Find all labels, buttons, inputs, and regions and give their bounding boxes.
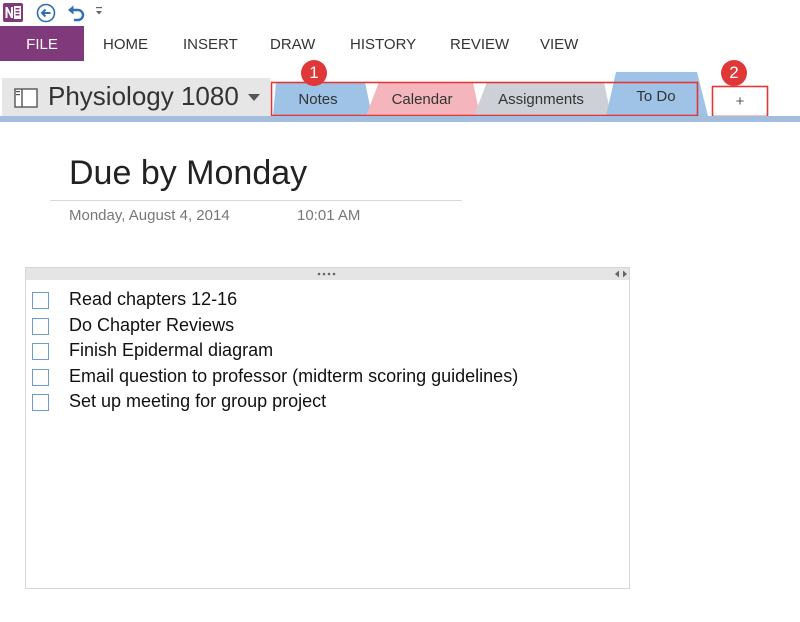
todo-text[interactable]: Read chapters 12-16 [69, 289, 237, 310]
tab-home[interactable]: HOME [103, 26, 148, 61]
section-tab-notes[interactable]: Notes [280, 91, 356, 108]
undo-icon[interactable] [66, 3, 86, 23]
section-tab-calendar[interactable]: Calendar [378, 91, 466, 108]
todo-checkbox[interactable] [32, 317, 49, 335]
grip-dots-icon[interactable] [316, 270, 338, 278]
customize-dropdown-icon[interactable] [95, 6, 103, 18]
note-container[interactable]: Read chapters 12-16 Do Chapter Reviews F… [25, 267, 630, 589]
page-time: 10:01 AM [297, 207, 361, 224]
title-divider [50, 200, 462, 201]
todo-text[interactable]: Set up meeting for group project [69, 391, 326, 412]
section-tab-todo[interactable]: To Do [616, 88, 696, 105]
todo-checkbox[interactable] [32, 292, 49, 309]
ribbon-tabs: FILE HOME INSERT DRAW HISTORY REVIEW VIE… [0, 26, 800, 62]
tab-draw[interactable]: DRAW [270, 26, 315, 61]
callout-badge-1: 1 [301, 60, 327, 86]
callout-badge-2: 2 [721, 60, 747, 86]
tab-view[interactable]: VIEW [540, 26, 578, 61]
onenote-app-icon[interactable] [3, 3, 23, 22]
todo-text[interactable]: Finish Epidermal diagram [69, 340, 273, 361]
add-section-button[interactable]: + [713, 87, 767, 116]
todo-text[interactable]: Do Chapter Reviews [69, 315, 234, 336]
note-container-handle[interactable] [26, 268, 629, 280]
tab-file[interactable]: FILE [0, 26, 84, 61]
page-date: Monday, August 4, 2014 [69, 207, 230, 224]
tab-history[interactable]: HISTORY [350, 26, 416, 61]
tab-insert[interactable]: INSERT [183, 26, 238, 61]
tab-review[interactable]: REVIEW [450, 26, 509, 61]
todo-checkbox[interactable] [32, 368, 49, 386]
section-tab-assignments[interactable]: Assignments [478, 91, 604, 108]
todo-checkbox[interactable] [32, 343, 49, 360]
page-title[interactable]: Due by Monday [69, 154, 307, 193]
quick-access-toolbar [0, 0, 800, 26]
back-arrow-icon[interactable] [36, 3, 56, 23]
resize-arrows-icon[interactable] [614, 269, 628, 279]
todo-text[interactable]: Email question to professor (midterm sco… [69, 366, 518, 387]
section-color-strip [0, 116, 800, 122]
todo-checkbox[interactable] [32, 394, 49, 411]
